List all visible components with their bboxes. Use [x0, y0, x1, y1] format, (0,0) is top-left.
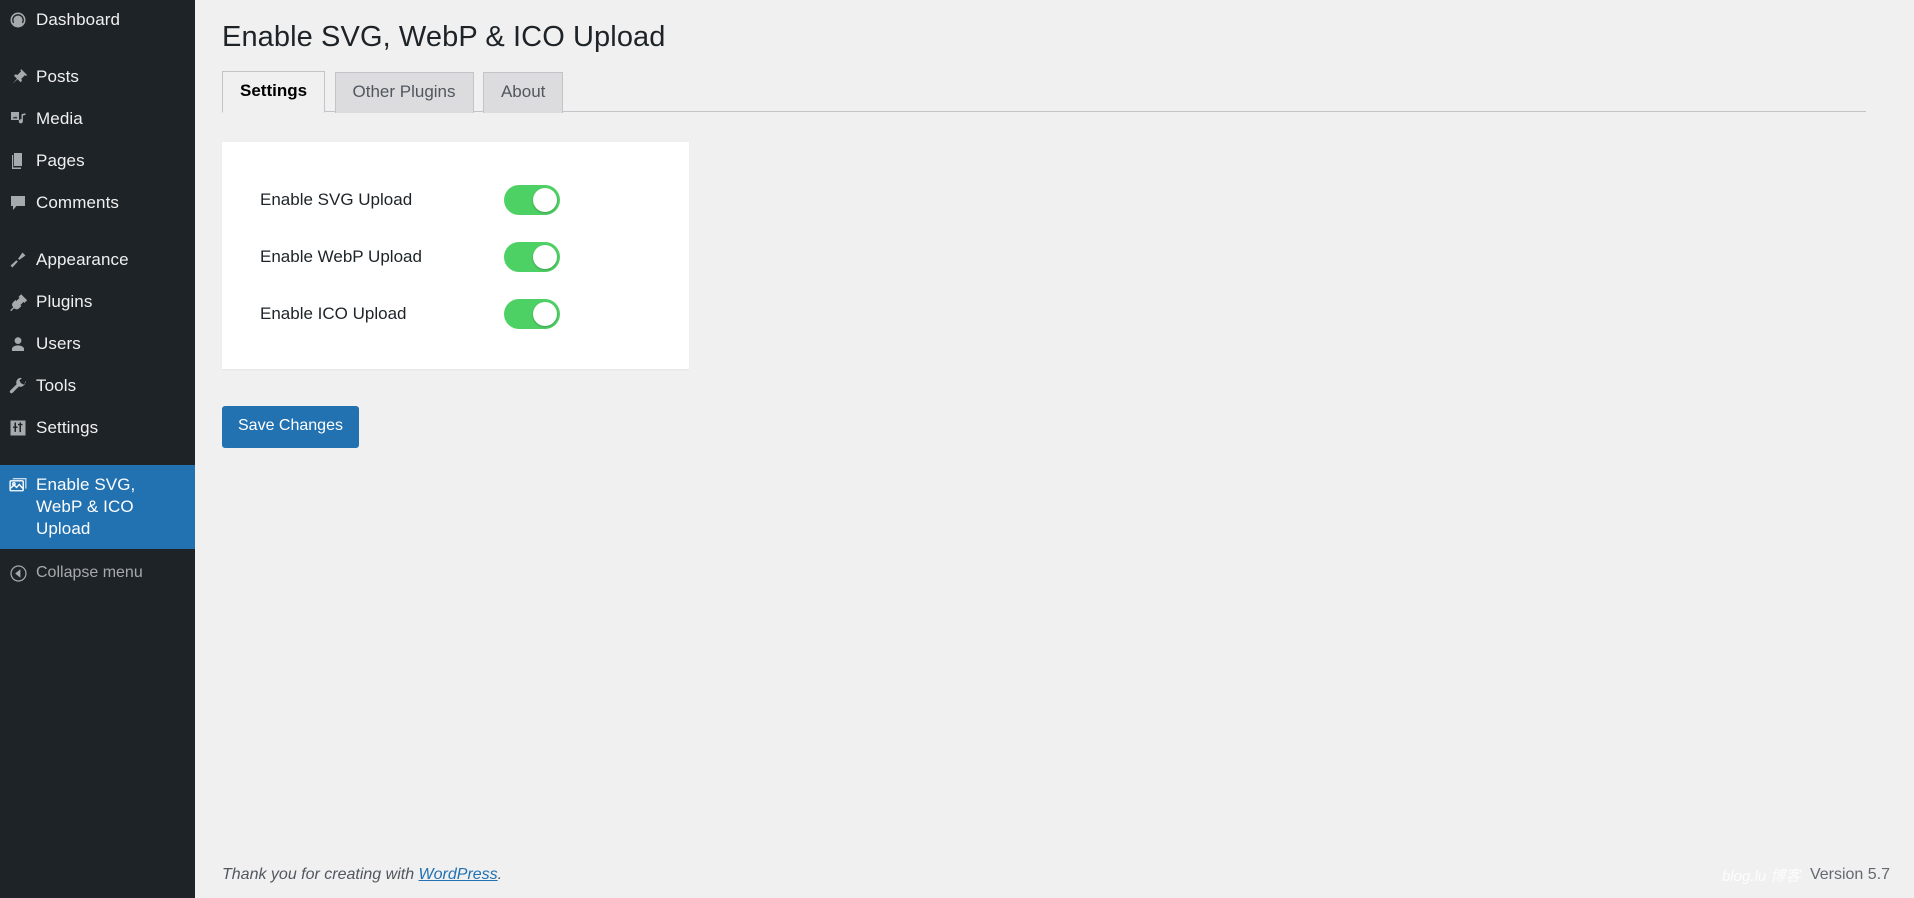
wordpress-link[interactable]: WordPress: [419, 866, 498, 883]
toggle-enable-webp-upload[interactable]: [504, 242, 560, 273]
pin-icon: [0, 66, 36, 87]
media-icon: [0, 108, 36, 129]
admin-sidebar: Dashboard Posts Media Pages Comments App…: [0, 0, 203, 898]
sidebar-item-label: Settings: [36, 418, 99, 437]
toggle-enable-svg-upload[interactable]: [504, 185, 560, 216]
wrench-icon: [0, 375, 36, 396]
watermark-text: blog.lu 博客: [1721, 868, 1801, 885]
tab-about[interactable]: About: [482, 71, 564, 113]
sidebar-item-pages[interactable]: Pages: [0, 141, 195, 183]
collapse-menu-label: Collapse menu: [36, 564, 143, 581]
sidebar-item-label: Tools: [36, 376, 77, 395]
sidebar-separator: [0, 225, 195, 240]
setting-label: Enable WebP Upload: [260, 247, 422, 267]
sidebar-item-dashboard[interactable]: Dashboard: [0, 0, 195, 42]
setting-label: Enable SVG Upload: [260, 190, 413, 210]
settings-card: Enable SVG Upload Enable WebP Upload Ena…: [222, 141, 689, 369]
sidebar-item-users[interactable]: Users: [0, 324, 195, 366]
setting-row-svg: Enable SVG Upload: [222, 172, 689, 229]
sidebar-item-label: Dashboard: [36, 10, 121, 29]
setting-row-webp: Enable WebP Upload: [222, 229, 689, 286]
pages-icon: [0, 150, 36, 171]
sidebar-item-posts[interactable]: Posts: [0, 57, 195, 99]
paintbrush-icon: [0, 249, 36, 270]
sidebar-item-label: Comments: [36, 193, 119, 212]
toggle-enable-ico-upload[interactable]: [504, 299, 560, 330]
admin-footer: Thank you for creating with WordPress. b…: [195, 852, 1914, 898]
dashboard-icon: [0, 9, 36, 30]
collapse-arrow-icon: [0, 564, 36, 583]
sidebar-item-comments[interactable]: Comments: [0, 183, 195, 225]
sidebar-separator: [0, 42, 195, 57]
sidebar-separator: [0, 450, 195, 465]
plug-icon: [0, 291, 36, 312]
footer-thanks-prefix: Thank you for creating with: [222, 866, 419, 883]
sidebar-item-label: Pages: [36, 151, 85, 170]
toggle-knob: [533, 302, 557, 327]
sliders-icon: [0, 417, 36, 438]
sidebar-item-enable-svg-webp-ico-upload[interactable]: Enable SVG, WebP & ICO Upload: [0, 465, 203, 549]
footer-thankyou: Thank you for creating with WordPress.: [222, 866, 502, 884]
setting-label: Enable ICO Upload: [260, 304, 407, 324]
sidebar-item-label: Appearance: [36, 250, 129, 269]
sidebar-item-media[interactable]: Media: [0, 99, 195, 141]
collapse-menu-button[interactable]: Collapse menu: [0, 549, 195, 597]
tab-settings[interactable]: Settings: [222, 70, 326, 113]
sidebar-item-tools[interactable]: Tools: [0, 366, 195, 408]
sidebar-item-appearance[interactable]: Appearance: [0, 240, 195, 282]
tab-other-plugins[interactable]: Other Plugins: [334, 71, 474, 113]
save-changes-button[interactable]: Save Changes: [222, 405, 359, 448]
setting-row-ico: Enable ICO Upload: [222, 286, 689, 343]
sidebar-item-label: Users: [36, 334, 81, 353]
main-content: Enable SVG, WebP & ICO Upload Settings O…: [195, 0, 1914, 898]
sidebar-item-label: Plugins: [36, 292, 93, 311]
user-icon: [0, 333, 36, 354]
sidebar-item-label: Posts: [36, 67, 80, 86]
footer-thanks-suffix: .: [497, 866, 503, 883]
toggle-knob: [533, 188, 557, 213]
sidebar-item-label: Media: [36, 109, 83, 128]
toggle-knob: [533, 245, 557, 270]
comments-icon: [0, 192, 36, 213]
tab-bar: Settings Other Plugins About: [222, 70, 1866, 113]
images-icon: [0, 474, 36, 496]
page-title: Enable SVG, WebP & ICO Upload: [222, 21, 666, 53]
sidebar-item-label: Enable SVG, WebP & ICO Upload: [36, 475, 136, 538]
sidebar-item-plugins[interactable]: Plugins: [0, 282, 195, 324]
footer-version-label: Version 5.7: [1809, 866, 1890, 883]
footer-version: blog.lu 博客 Version 5.7: [1722, 866, 1890, 885]
sidebar-item-settings[interactable]: Settings: [0, 408, 195, 450]
